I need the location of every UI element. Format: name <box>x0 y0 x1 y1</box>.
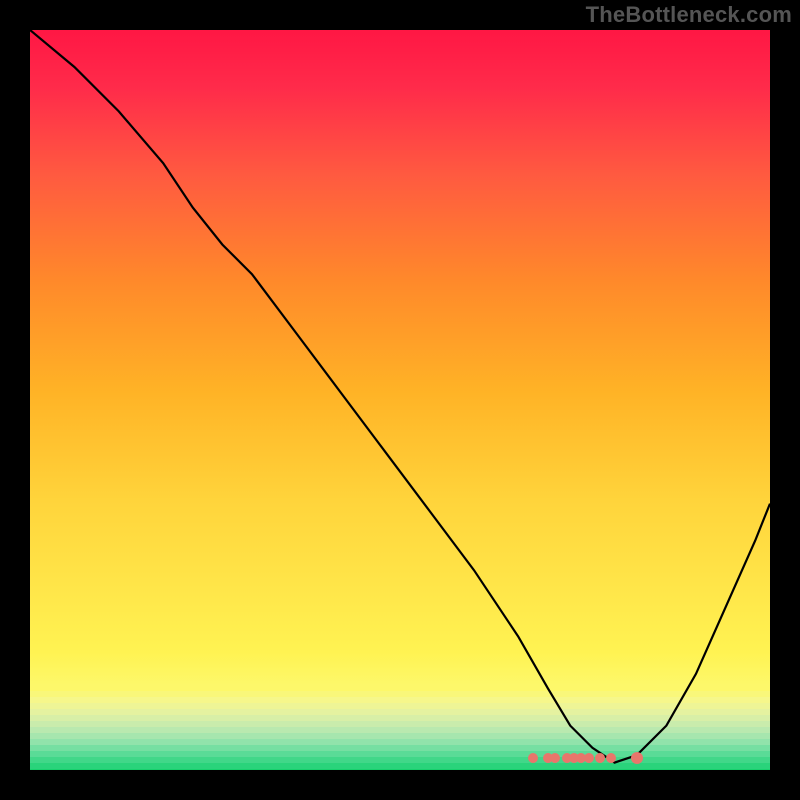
chart-frame: TheBottleneck.com <box>0 0 800 800</box>
data-point <box>631 752 643 764</box>
curve-path <box>30 30 770 763</box>
watermark-label: TheBottleneck.com <box>586 2 792 28</box>
data-point <box>606 753 616 763</box>
data-point <box>584 753 594 763</box>
bottleneck-curve <box>30 30 770 770</box>
plot-area <box>30 30 770 770</box>
data-point <box>595 753 605 763</box>
